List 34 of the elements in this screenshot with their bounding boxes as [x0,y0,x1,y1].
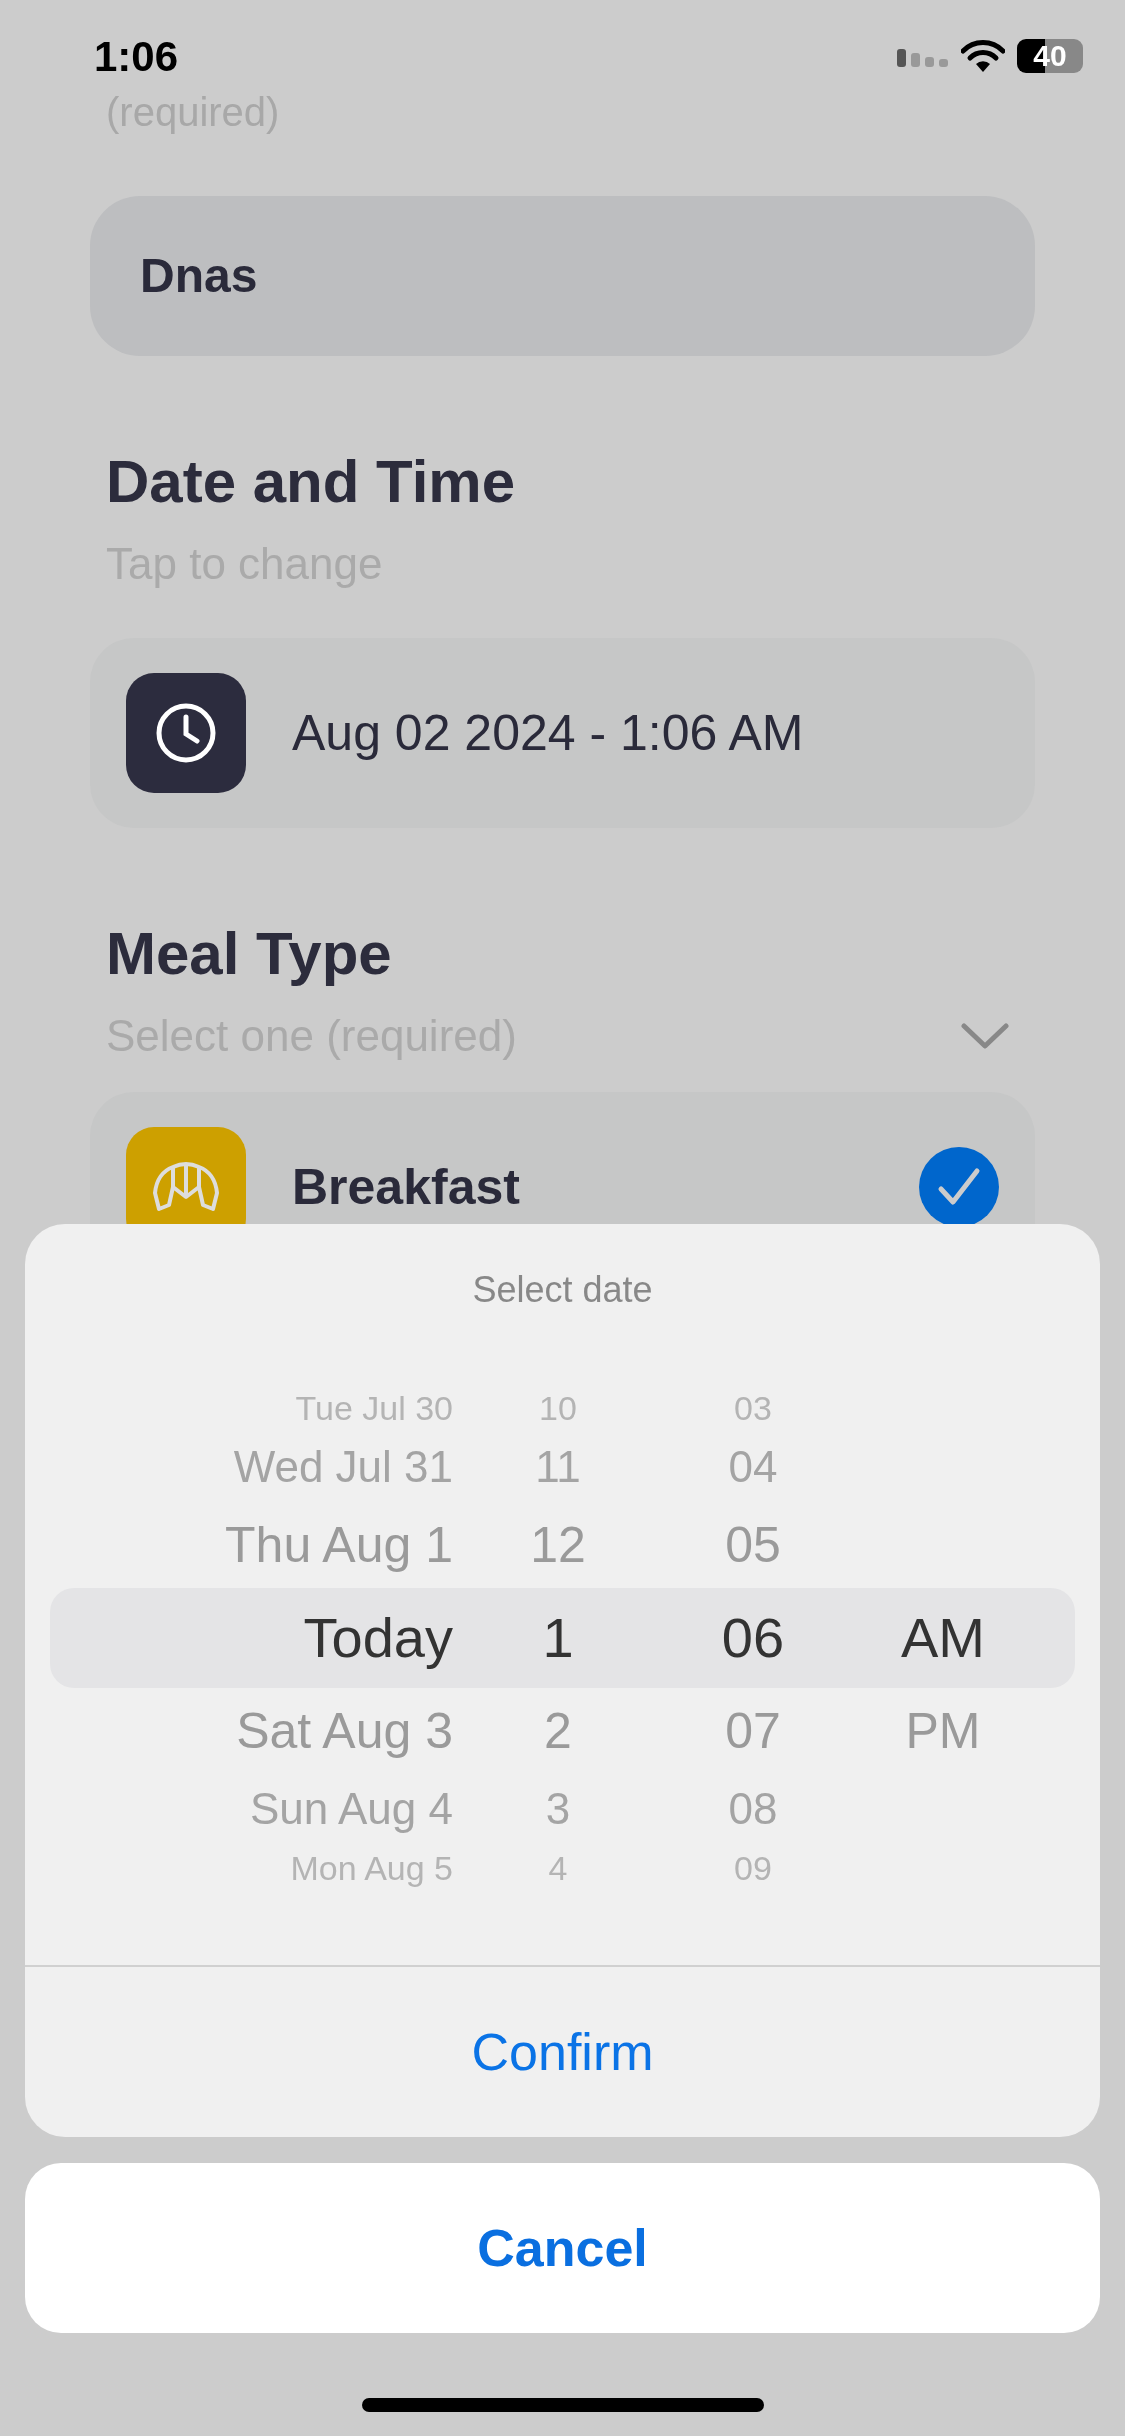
clock-icon [126,673,246,793]
section-title: Date and Time [105,452,516,512]
picker-option[interactable]: 06 [721,1610,785,1666]
picker-option[interactable]: Mon Aug 5 [290,1851,453,1885]
picker-option[interactable]: Sun Aug 4 [249,1787,453,1831]
picker-option[interactable]: Wed Jul 31 [233,1445,453,1489]
name-field[interactable]: Dnas [90,196,1035,356]
picker-option[interactable]: 09 [734,1851,772,1885]
picker-option[interactable]: 10 [539,1391,577,1425]
date-time-card[interactable]: Aug 02 2024 - 1:06 AM [90,638,1035,828]
date-time-value: Aug 02 2024 - 1:06 AM [292,703,804,763]
status-time: 1:06 [94,31,179,82]
picker-option[interactable]: 08 [728,1787,778,1831]
picker-option[interactable]: 03 [734,1391,772,1425]
cancel-button[interactable]: Cancel [25,2163,1100,2333]
picker-option[interactable]: 11 [535,1445,581,1489]
meal-option-label: Breakfast [292,1157,521,1217]
checkmark-icon [937,1167,981,1207]
picker-option[interactable]: 3 [545,1787,571,1831]
picker-option[interactable]: 12 [530,1520,586,1570]
picker-option[interactable]: Tue Jul 30 [295,1391,453,1425]
picker-option[interactable]: Thu Aug 1 [225,1520,453,1570]
picker-option[interactable]: 1 [542,1610,574,1666]
picker-option[interactable]: PM [905,1706,981,1756]
wifi-icon [961,39,1005,73]
picker-option[interactable]: Sat Aug 3 [236,1706,453,1756]
picker-option[interactable]: 04 [728,1445,778,1489]
picker-option[interactable]: AM [901,1610,985,1666]
picker-option[interactable]: 2 [544,1706,572,1756]
picker-option[interactable]: 4 [548,1851,568,1885]
confirm-button[interactable]: Confirm [25,1967,1100,2137]
section-title: Meal Type [105,924,393,984]
picker-option[interactable]: 05 [725,1520,781,1570]
picker-option[interactable]: 07 [725,1706,781,1756]
